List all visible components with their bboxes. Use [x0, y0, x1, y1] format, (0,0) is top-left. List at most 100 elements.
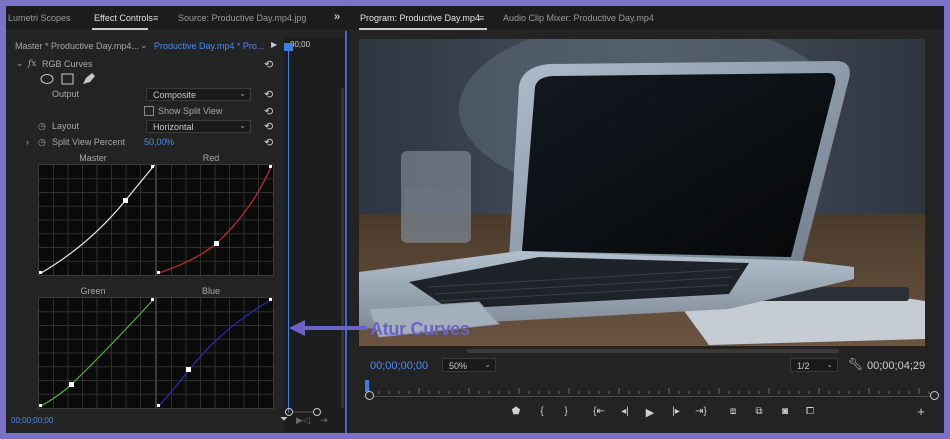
go-to-in-icon[interactable]: {⇤: [591, 406, 607, 417]
red-graph-label: Red: [202, 153, 220, 163]
blue-curve-graph[interactable]: [156, 297, 274, 409]
mask-tools: [40, 72, 110, 86]
pen-mask-icon: [83, 73, 95, 84]
step-back-icon[interactable]: ◂|: [617, 406, 633, 417]
chevron-down-icon: ⌄: [239, 121, 246, 130]
right-tab-bar: Program: Productive Day.mp4 ≡ Audio Clip…: [349, 6, 944, 31]
left-tab-bar: Lumetri Scopes Effect Controls ≡ Source:…: [6, 6, 347, 31]
timeline-timecode: 00;00: [290, 40, 311, 49]
master-curve-graph[interactable]: [38, 164, 156, 276]
curve-point: [69, 382, 74, 387]
go-to-out-icon[interactable]: ⇥}: [693, 406, 709, 417]
chevron-down-icon[interactable]: ⌄: [140, 40, 148, 51]
rgb-curves-header: ⌄ fx RGB Curves ⟲: [6, 58, 284, 72]
panel-menu-icon[interactable]: ≡: [153, 13, 158, 23]
curve-point: [123, 198, 128, 203]
expand-chevron-icon[interactable]: ›: [26, 137, 29, 147]
ruler-ticks: [368, 388, 930, 394]
current-time-display[interactable]: 00;00;00;00: [11, 416, 53, 425]
wrench-icon[interactable]: 🔧︎: [848, 357, 863, 371]
add-button-icon[interactable]: +: [913, 404, 929, 419]
mark-out-icon[interactable]: }: [558, 406, 574, 417]
zoom-level-dropdown[interactable]: 50% ⌄: [442, 358, 496, 372]
overwrite-icon[interactable]: ⧉: [751, 406, 767, 417]
curve-endpoint: [151, 298, 154, 301]
zoom-end-handle[interactable]: [930, 391, 939, 400]
timeline-zoom[interactable]: [284, 406, 345, 426]
reset-icon[interactable]: ⟲: [264, 58, 273, 71]
stopwatch-icon[interactable]: ◷: [38, 121, 46, 132]
zoom-scroll-track[interactable]: [364, 396, 934, 397]
curve-endpoint: [151, 165, 154, 168]
playback-resolution-dropdown[interactable]: 1/2 ⌄: [790, 358, 838, 372]
curve-endpoint: [39, 271, 42, 274]
curve-endpoint: [157, 404, 160, 407]
reset-icon[interactable]: ⟲: [264, 105, 273, 118]
panel-overflow-icon[interactable]: »: [334, 11, 340, 23]
export-icon[interactable]: ⇥: [320, 415, 328, 426]
layout-label: Layout: [52, 121, 80, 131]
source-row: Master * Productive Day.mp4... ⌄ Product…: [6, 38, 284, 54]
effect-timeline[interactable]: 00;00: [284, 38, 345, 432]
stopwatch-icon[interactable]: ◷: [38, 137, 46, 148]
split-percent-label: Split View Percent: [52, 137, 125, 147]
reset-icon[interactable]: ⟲: [264, 88, 273, 101]
time-ruler[interactable]: [364, 382, 932, 396]
curve-endpoint: [269, 165, 272, 168]
active-tab-indicator: [359, 28, 487, 30]
zoom-start-handle[interactable]: [365, 391, 374, 400]
fx-toggle[interactable]: fx: [28, 59, 36, 69]
tab-source[interactable]: Source: Productive Day.mp4.jpg: [178, 13, 306, 23]
play-audio-icon[interactable]: ▶◁: [296, 415, 310, 426]
tab-audio-clip-mixer[interactable]: Audio Clip Mixer: Productive Day.mp4: [503, 13, 654, 23]
chevron-down-icon: ⌄: [484, 360, 491, 369]
sequence-clip-label[interactable]: Productive Day.mp4 * Pro...: [154, 41, 264, 51]
chevron-down-icon: ⌄: [826, 360, 833, 369]
comparison-view-icon[interactable]: ⧠: [802, 406, 818, 417]
export-frame-icon[interactable]: ◙: [777, 406, 793, 417]
ellipse-mask-icon: [40, 74, 54, 84]
curve-endpoint: [157, 271, 160, 274]
master-graph-label: Master: [79, 153, 107, 163]
green-graph-label: Green: [80, 286, 106, 296]
layout-dropdown[interactable]: Horizontal ⌄: [146, 120, 251, 133]
output-value: Composite: [153, 90, 197, 100]
play-icon[interactable]: ▶: [271, 40, 277, 49]
annotation-label: Atur Curves: [370, 319, 470, 339]
split-view-row: Show Split View ⟲: [6, 105, 284, 119]
graph-grid: [39, 165, 155, 275]
playback-resolution-value: 1/2: [797, 361, 810, 371]
green-curve-graph[interactable]: [38, 297, 156, 409]
timeline-scrollbar[interactable]: [341, 88, 344, 408]
step-forward-icon[interactable]: |▸: [668, 406, 684, 417]
insert-icon[interactable]: ⧈: [725, 406, 741, 417]
tab-effect-controls[interactable]: Effect Controls: [94, 13, 153, 23]
filter-icon[interactable]: ⏷: [280, 414, 288, 425]
play-icon[interactable]: ▶: [642, 406, 658, 419]
effect-controls-panel: Lumetri Scopes Effect Controls ≡ Source:…: [6, 6, 347, 433]
rectangle-mask-icon: [61, 73, 74, 85]
tab-lumetri-scopes[interactable]: Lumetri Scopes: [8, 13, 71, 23]
output-label: Output: [52, 89, 80, 99]
red-curve-graph[interactable]: [156, 164, 274, 276]
split-percent-value[interactable]: 50,00: [144, 137, 167, 147]
program-video-frame[interactable]: [359, 39, 925, 346]
master-clip-label[interactable]: Master * Productive Day.mp4...: [15, 41, 139, 51]
layout-row: ◷ Layout Horizontal ⌄ ⟲: [6, 120, 284, 134]
reset-icon[interactable]: ⟲: [264, 136, 273, 149]
timeline-playhead-line: [288, 48, 289, 413]
playhead-timecode[interactable]: 00;00;00;00: [370, 360, 428, 372]
mark-in-icon[interactable]: {: [534, 406, 550, 417]
reset-icon[interactable]: ⟲: [264, 120, 273, 133]
panel-menu-icon[interactable]: ≡: [479, 13, 484, 23]
output-dropdown[interactable]: Composite ⌄: [146, 88, 251, 101]
program-monitor-panel: Program: Productive Day.mp4 ≡ Audio Clip…: [349, 6, 944, 433]
show-split-view-checkbox[interactable]: [144, 106, 154, 116]
graph-grid: [157, 165, 273, 275]
tab-program[interactable]: Program: Productive Day.mp4: [360, 13, 480, 23]
collapse-chevron-icon[interactable]: ⌄: [16, 58, 24, 69]
add-marker-icon[interactable]: ⬟: [508, 406, 524, 417]
monitor-scroll-bar[interactable]: [467, 349, 839, 353]
show-split-view-label: Show Split View: [158, 106, 223, 116]
chevron-down-icon: ⌄: [239, 89, 246, 98]
